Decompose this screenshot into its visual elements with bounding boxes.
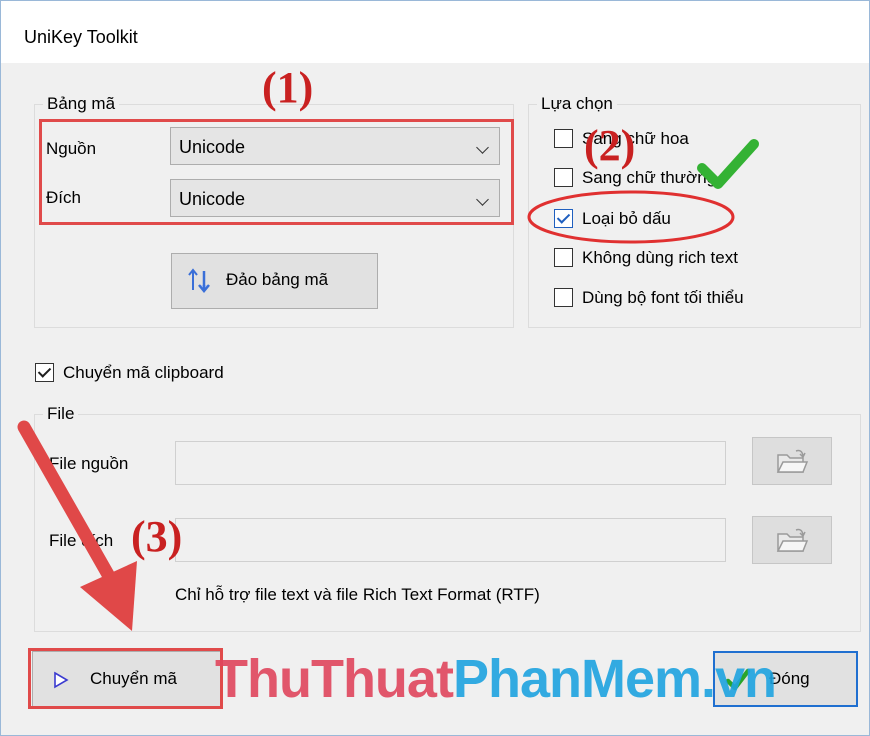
watermark: ThuThuatPhanMem.vn — [215, 648, 777, 710]
browse-source-button[interactable] — [752, 437, 832, 485]
green-check-icon — [697, 139, 759, 189]
title-bar: UniKey Toolkit — [1, 1, 869, 63]
clipboard-label[interactable]: Chuyển mã clipboard — [63, 363, 224, 383]
red-arrow-icon — [17, 420, 137, 631]
minimal-font-label[interactable]: Dùng bộ font tối thiểu — [582, 288, 744, 308]
watermark-part1: ThuThuat — [215, 649, 454, 709]
bang-ma-legend: Bảng mã — [43, 94, 120, 114]
swap-encoding-label: Đảo bảng mã — [226, 270, 329, 289]
swap-arrows-icon — [188, 268, 210, 293]
encoding-highlight-box — [39, 119, 514, 225]
file-target-input[interactable] — [175, 518, 726, 562]
folder-open-icon — [776, 449, 809, 473]
browse-target-button[interactable] — [752, 516, 832, 564]
minimal-font-checkbox[interactable] — [554, 288, 573, 307]
watermark-part2: PhanMem.vn — [452, 649, 777, 709]
step-2-annotation: (2) — [584, 121, 636, 170]
lua-chon-legend: Lựa chọn — [537, 94, 617, 114]
uppercase-checkbox[interactable] — [554, 129, 573, 148]
remove-diacritics-highlight-ellipse — [527, 190, 735, 244]
folder-open-icon — [776, 528, 809, 552]
window-title: UniKey Toolkit — [24, 27, 138, 47]
convert-button-highlight-box — [28, 648, 223, 709]
clipboard-checkbox[interactable] — [35, 363, 54, 382]
no-rich-text-checkbox[interactable] — [554, 248, 573, 267]
lowercase-checkbox[interactable] — [554, 168, 573, 187]
step-1-annotation: (1) — [262, 63, 314, 112]
no-rich-text-label[interactable]: Không dùng rich text — [582, 248, 738, 268]
swap-encoding-button[interactable]: Đảo bảng mã — [171, 253, 378, 309]
file-support-note: Chỉ hỗ trợ file text và file Rich Text F… — [175, 585, 540, 604]
file-source-input[interactable] — [175, 441, 726, 485]
